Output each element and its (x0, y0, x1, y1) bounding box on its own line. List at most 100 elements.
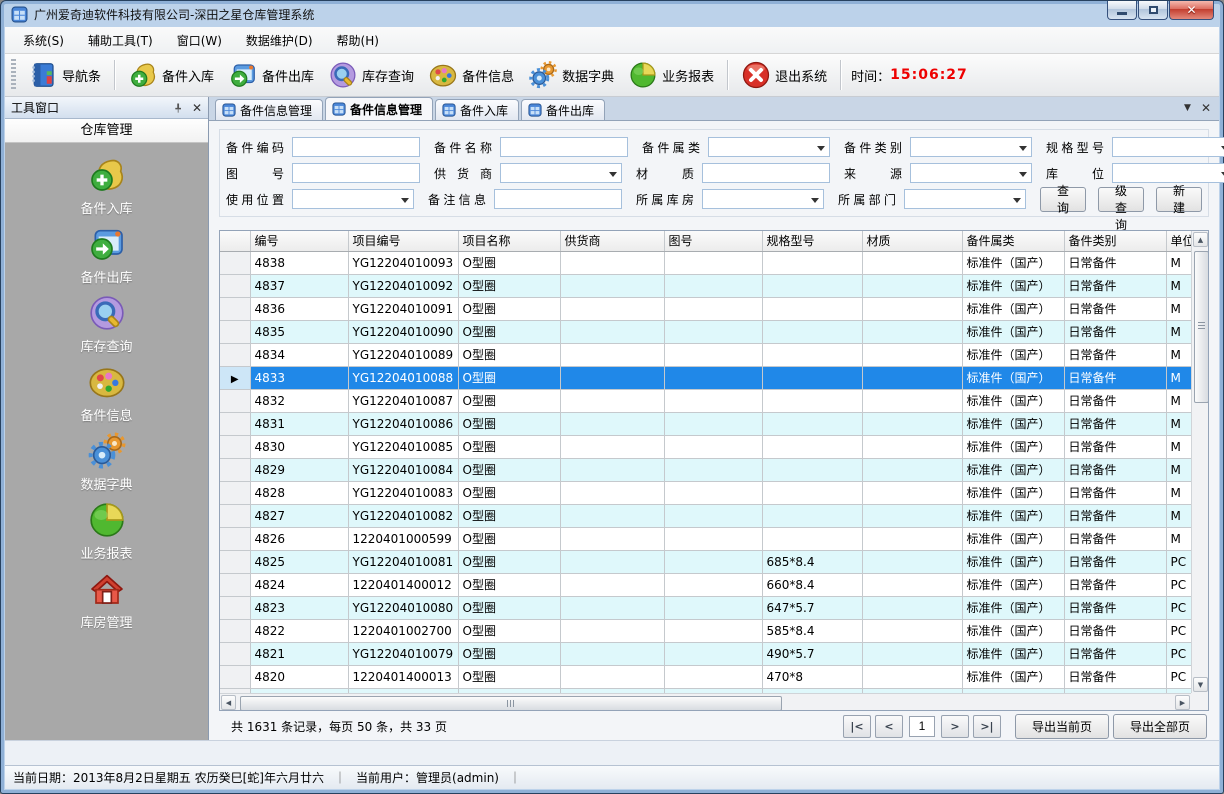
column-header[interactable]: 规格型号 (762, 231, 862, 251)
scroll-left-icon[interactable]: ◀ (221, 695, 236, 710)
scroll-down-icon[interactable]: ▼ (1193, 677, 1208, 692)
column-header[interactable]: 供货商 (560, 231, 664, 251)
department-select[interactable] (904, 189, 1026, 209)
column-header[interactable]: 备件属类 (962, 231, 1064, 251)
sidebar-item-stock-search[interactable]: 库存查询 (5, 293, 208, 362)
table-row[interactable]: 48221220401002700O型圈585*8.4标准件（国产）日常备件PC (220, 619, 1191, 642)
prev-page-button[interactable]: < (875, 715, 903, 738)
menu-item[interactable]: 窗口(W) (165, 27, 234, 54)
sidebar-item-parts-info[interactable]: 备件信息 (5, 362, 208, 431)
source-select[interactable] (910, 163, 1032, 183)
row-selector-cell[interactable] (220, 665, 250, 688)
column-header[interactable]: 备件类别 (1064, 231, 1166, 251)
menu-item[interactable]: 帮助(H) (325, 27, 391, 54)
table-row[interactable]: 4838YG12204010093O型圈标准件（国产）日常备件M (220, 251, 1191, 274)
scroll-right-icon[interactable]: ▶ (1175, 695, 1190, 710)
part-class-select[interactable] (708, 137, 830, 157)
row-selector-cell[interactable] (220, 389, 250, 412)
table-row[interactable]: 48201220401400013O型圈470*8标准件（国产）日常备件PC (220, 665, 1191, 688)
table-row[interactable]: 48241220401400012O型圈660*8.4标准件（国产）日常备件PC (220, 573, 1191, 596)
sidebar-item-outbound[interactable]: 备件出库 (5, 224, 208, 293)
usage-position-select[interactable] (292, 189, 414, 209)
tab-2[interactable]: 备件入库 (435, 99, 519, 120)
export-current-page-button[interactable]: 导出当前页 (1015, 714, 1109, 739)
tab-0[interactable]: 备件信息管理 (215, 99, 323, 120)
table-row[interactable]: 4828YG12204010083O型圈标准件（国产）日常备件M (220, 481, 1191, 504)
table-row[interactable]: 4834YG12204010089O型圈标准件（国产）日常备件M (220, 343, 1191, 366)
column-header[interactable]: 编号 (250, 231, 348, 251)
column-header[interactable]: 材质 (862, 231, 962, 251)
part-type-select[interactable] (910, 137, 1032, 157)
spec-model-select[interactable] (1112, 137, 1224, 157)
row-selector-cell[interactable] (220, 481, 250, 504)
supplier-select[interactable] (500, 163, 622, 183)
row-selector-cell[interactable] (220, 527, 250, 550)
toolbar-inbound-button[interactable]: 备件入库 (124, 58, 218, 92)
drawing-no-input[interactable] (292, 163, 420, 183)
toolbar-parts-info-button[interactable]: 备件信息 (424, 58, 518, 92)
remark-input[interactable] (494, 189, 622, 209)
close-button[interactable]: ✕ (1169, 1, 1214, 20)
sidebar-item-data-dict[interactable]: 数据字典 (5, 431, 208, 500)
row-selector-cell[interactable] (220, 642, 250, 665)
warehouse-select[interactable] (702, 189, 824, 209)
toolbar-stock-search-button[interactable]: 库存查询 (324, 58, 418, 92)
table-row[interactable]: 4831YG12204010086O型圈标准件（国产）日常备件M (220, 412, 1191, 435)
row-selector-cell[interactable] (220, 343, 250, 366)
export-all-pages-button[interactable]: 导出全部页 (1113, 714, 1207, 739)
tab-3[interactable]: 备件出库 (521, 99, 605, 120)
tab-list-chevron-down-icon[interactable]: ▼ (1184, 103, 1191, 113)
query-button[interactable]: 查询 (1040, 187, 1086, 212)
tab-1[interactable]: 备件信息管理 (325, 97, 433, 120)
first-page-button[interactable]: |< (843, 715, 871, 738)
table-row[interactable]: 4829YG12204010084O型圈标准件（国产）日常备件M (220, 458, 1191, 481)
table-row[interactable]: 4835YG12204010090O型圈标准件（国产）日常备件M (220, 320, 1191, 343)
tab-close-icon[interactable]: ✕ (1201, 101, 1211, 115)
menu-item[interactable]: 系统(S) (11, 27, 76, 54)
horizontal-scroll-thumb[interactable] (240, 696, 782, 711)
column-header[interactable]: 项目编号 (348, 231, 458, 251)
row-selector-cell[interactable] (220, 274, 250, 297)
table-row[interactable]: 4827YG12204010082O型圈标准件（国产）日常备件M (220, 504, 1191, 527)
row-selector-cell[interactable] (220, 458, 250, 481)
title-bar[interactable]: 广州爱奇迪软件科技有限公司-深田之星仓库管理系统 ✕ (1, 1, 1223, 27)
row-selector-cell[interactable] (220, 619, 250, 642)
table-row[interactable]: ▶4833YG12204010088O型圈标准件（国产）日常备件M (220, 366, 1191, 389)
table-row[interactable]: 4821YG12204010079O型圈490*5.7标准件（国产）日常备件PC (220, 642, 1191, 665)
toolbar-report-button[interactable]: 业务报表 (624, 58, 718, 92)
toolbar-outbound-button[interactable]: 备件出库 (224, 58, 318, 92)
panel-close-icon[interactable]: ✕ (192, 102, 202, 114)
sidebar-item-warehouse[interactable]: 库房管理 (5, 569, 208, 638)
horizontal-scrollbar[interactable]: ◀ ▶ (220, 693, 1191, 710)
column-header[interactable]: 图号 (664, 231, 762, 251)
toolbar-exit-button[interactable]: 退出系统 (737, 58, 831, 92)
last-page-button[interactable]: >| (973, 715, 1001, 738)
page-number-input[interactable] (909, 716, 935, 737)
location-select[interactable] (1112, 163, 1224, 183)
part-name-input[interactable] (500, 137, 628, 157)
table-row[interactable]: 4837YG12204010092O型圈标准件（国产）日常备件M (220, 274, 1191, 297)
row-selector-cell[interactable] (220, 412, 250, 435)
pin-icon[interactable] (172, 102, 184, 114)
new-button[interactable]: 新建 (1156, 187, 1202, 212)
row-selector-cell[interactable] (220, 320, 250, 343)
toolbar-grip-handle[interactable] (11, 59, 16, 91)
next-page-button[interactable]: > (941, 715, 969, 738)
sidebar-item-report[interactable]: 业务报表 (5, 500, 208, 569)
part-code-input[interactable] (292, 137, 420, 157)
table-row[interactable]: 4825YG12204010081O型圈685*8.4标准件（国产）日常备件PC (220, 550, 1191, 573)
menu-item[interactable]: 数据维护(D) (234, 27, 325, 54)
table-row[interactable]: 4832YG12204010087O型圈标准件（国产）日常备件M (220, 389, 1191, 412)
toolbar-data-dict-button[interactable]: 数据字典 (524, 58, 618, 92)
column-header[interactable]: 项目名称 (458, 231, 560, 251)
row-selector-cell[interactable] (220, 251, 250, 274)
vertical-scrollbar[interactable]: ▲ ▼ (1191, 231, 1208, 693)
material-input[interactable] (702, 163, 830, 183)
table-row[interactable]: 4830YG12204010085O型圈标准件（国产）日常备件M (220, 435, 1191, 458)
sidebar-item-inbound[interactable]: 备件入库 (5, 155, 208, 224)
row-selector-cell[interactable]: ▶ (220, 366, 250, 389)
row-selector-cell[interactable] (220, 550, 250, 573)
table-row[interactable]: 48261220401000599O型圈标准件（国产）日常备件M (220, 527, 1191, 550)
row-selector-cell[interactable] (220, 573, 250, 596)
vertical-scroll-thumb[interactable] (1194, 251, 1209, 403)
